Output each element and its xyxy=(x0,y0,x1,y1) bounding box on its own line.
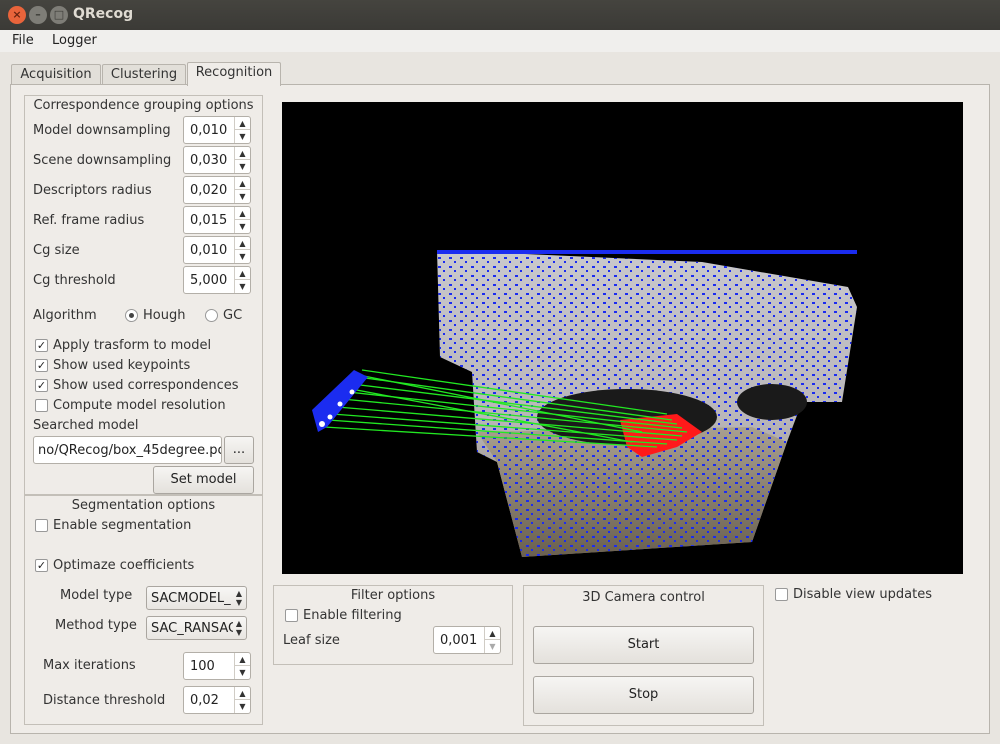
distance-threshold-spinbox[interactable]: 0,02 ▲ ▼ xyxy=(183,686,251,714)
distance-threshold-value: 0,02 xyxy=(190,693,219,708)
title-bar: × – □ QRecog xyxy=(0,0,1000,30)
descriptors-radius-label: Descriptors radius xyxy=(33,183,152,198)
point-cloud-viewer[interactable] xyxy=(282,102,963,574)
increment-icon[interactable]: ▲ xyxy=(235,147,250,160)
point-cloud-render xyxy=(312,250,857,557)
hough-label: Hough xyxy=(143,308,186,323)
decrement-icon[interactable]: ▼ xyxy=(235,130,250,143)
compute-resolution-checkbox[interactable] xyxy=(35,399,48,412)
set-model-button[interactable]: Set model xyxy=(153,466,254,494)
correspondence-group-title: Correspondence grouping options xyxy=(33,98,254,113)
increment-icon[interactable]: ▲ xyxy=(235,237,250,250)
menu-bar: File Logger xyxy=(0,30,1000,52)
method-type-select[interactable]: SAC_RANSAC ▲ ▼ xyxy=(146,616,247,640)
decrement-icon[interactable]: ▼ xyxy=(235,666,250,679)
decrement-icon[interactable]: ▼ xyxy=(235,160,250,173)
decrement-icon[interactable]: ▼ xyxy=(235,280,250,293)
increment-icon[interactable]: ▲ xyxy=(485,627,500,640)
tab-clustering[interactable]: Clustering xyxy=(102,64,186,85)
ref-frame-radius-spinbox[interactable]: 0,015 ▲ ▼ xyxy=(183,206,251,234)
searched-model-input[interactable]: no/QRecog/box_45degree.pcd xyxy=(33,436,222,464)
cg-threshold-value: 5,000 xyxy=(190,273,228,288)
increment-icon[interactable]: ▲ xyxy=(235,207,250,220)
cg-size-value: 0,010 xyxy=(190,243,228,258)
model-type-select[interactable]: SACMODEL_ ▲ ▼ xyxy=(146,586,247,610)
camera-group-title: 3D Camera control xyxy=(582,590,705,605)
optimize-coefficients-label: Optimaze coefficients xyxy=(53,558,195,573)
model-downsampling-label: Model downsampling xyxy=(33,123,171,138)
updown-caret-icon: ▲ ▼ xyxy=(235,589,242,607)
model-downsampling-spinbox[interactable]: 0,010 ▲ ▼ xyxy=(183,116,251,144)
filter-group-title: Filter options xyxy=(350,588,436,603)
cg-size-label: Cg size xyxy=(33,243,80,258)
increment-icon[interactable]: ▲ xyxy=(235,267,250,280)
show-keypoints-checkbox[interactable]: ✓ xyxy=(35,359,48,372)
decrement-icon[interactable]: ▼ xyxy=(235,220,250,233)
disable-view-updates-checkbox[interactable] xyxy=(775,588,788,601)
decrement-icon[interactable]: ▼ xyxy=(235,250,250,263)
enable-filtering-checkbox[interactable] xyxy=(285,609,298,622)
leaf-size-value: 0,001 xyxy=(440,633,478,648)
decrement-icon[interactable]: ▼ xyxy=(485,640,500,653)
enable-segmentation-label: Enable segmentation xyxy=(53,518,192,533)
close-window-button[interactable]: × xyxy=(8,6,26,24)
scene-downsampling-label: Scene downsampling xyxy=(33,153,172,168)
max-iterations-value: 100 xyxy=(190,659,215,674)
enable-segmentation-checkbox[interactable] xyxy=(35,519,48,532)
max-iterations-spinbox[interactable]: 100 ▲ ▼ xyxy=(183,652,251,680)
maximize-window-button[interactable]: □ xyxy=(50,6,68,24)
decrement-icon[interactable]: ▼ xyxy=(235,190,250,203)
leaf-size-label: Leaf size xyxy=(283,633,340,648)
menu-file[interactable]: File xyxy=(12,33,34,48)
stop-camera-button[interactable]: Stop xyxy=(533,676,754,714)
enable-filtering-label: Enable filtering xyxy=(303,608,402,623)
algorithm-label: Algorithm xyxy=(33,308,97,323)
window-title: QRecog xyxy=(73,6,134,22)
updown-caret-icon: ▲ ▼ xyxy=(235,619,242,637)
start-camera-button[interactable]: Start xyxy=(533,626,754,664)
increment-icon[interactable]: ▲ xyxy=(235,653,250,666)
increment-icon[interactable]: ▲ xyxy=(235,177,250,190)
optimize-coefficients-checkbox[interactable]: ✓ xyxy=(35,559,48,572)
apply-transform-checkbox[interactable]: ✓ xyxy=(35,339,48,352)
browse-model-button[interactable]: ... xyxy=(224,436,254,464)
model-downsampling-value: 0,010 xyxy=(190,123,228,138)
tab-acquisition[interactable]: Acquisition xyxy=(11,64,101,85)
minimize-window-button[interactable]: – xyxy=(29,6,47,24)
show-keypoints-label: Show used keypoints xyxy=(53,358,191,373)
cg-size-spinbox[interactable]: 0,010 ▲ ▼ xyxy=(183,236,251,264)
decrement-icon[interactable]: ▼ xyxy=(235,700,250,713)
gc-radio[interactable] xyxy=(205,309,218,322)
increment-icon[interactable]: ▲ xyxy=(235,687,250,700)
model-type-value: SACMODEL_ xyxy=(151,591,231,606)
segmentation-group-title: Segmentation options xyxy=(71,498,216,513)
disable-view-updates-label: Disable view updates xyxy=(793,587,933,602)
tab-recognition[interactable]: Recognition xyxy=(187,62,281,86)
show-correspondences-label: Show used correspondences xyxy=(53,378,239,393)
method-type-label: Method type xyxy=(55,618,137,633)
model-type-label: Model type xyxy=(60,588,133,603)
method-type-value: SAC_RANSAC xyxy=(151,621,233,636)
hough-radio[interactable] xyxy=(125,309,138,322)
cg-threshold-label: Cg threshold xyxy=(33,273,116,288)
max-iterations-label: Max iterations xyxy=(43,658,136,673)
searched-model-label: Searched model xyxy=(33,418,139,433)
gc-label: GC xyxy=(223,308,243,323)
scene-downsampling-spinbox[interactable]: 0,030 ▲ ▼ xyxy=(183,146,251,174)
ref-frame-radius-value: 0,015 xyxy=(190,213,228,228)
distance-threshold-label: Distance threshold xyxy=(43,693,166,708)
descriptors-radius-spinbox[interactable]: 0,020 ▲ ▼ xyxy=(183,176,251,204)
leaf-size-spinbox[interactable]: 0,001 ▲ ▼ xyxy=(433,626,501,654)
cg-threshold-spinbox[interactable]: 5,000 ▲ ▼ xyxy=(183,266,251,294)
searched-model-value: no/QRecog/box_45degree.pcd xyxy=(38,443,222,458)
show-correspondences-checkbox[interactable]: ✓ xyxy=(35,379,48,392)
scene-downsampling-value: 0,030 xyxy=(190,153,228,168)
descriptors-radius-value: 0,020 xyxy=(190,183,228,198)
apply-transform-label: Apply trasform to model xyxy=(53,338,212,353)
compute-resolution-label: Compute model resolution xyxy=(53,398,226,413)
menu-logger[interactable]: Logger xyxy=(52,33,97,48)
ref-frame-radius-label: Ref. frame radius xyxy=(33,213,145,228)
increment-icon[interactable]: ▲ xyxy=(235,117,250,130)
